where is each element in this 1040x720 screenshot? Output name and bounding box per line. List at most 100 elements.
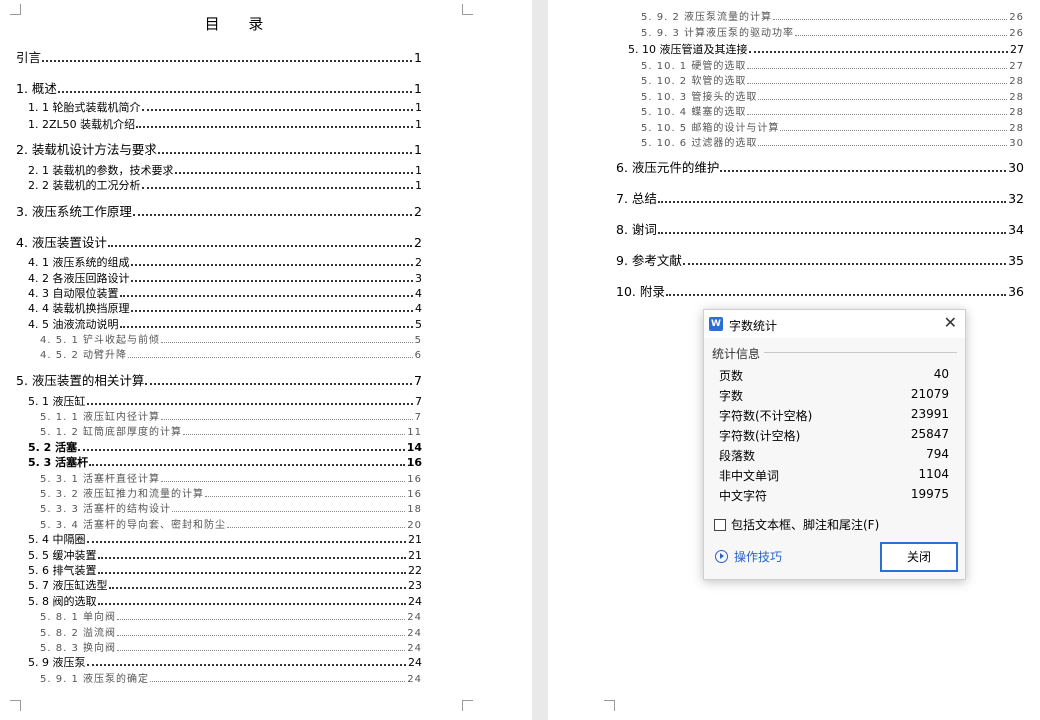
stat-value: 40 [933, 367, 949, 381]
toc-page-number: 7 [414, 412, 422, 423]
right-toc-entry: 5. 10 液压管道及其连接 27 [628, 41, 1024, 57]
include-textbox-footnotes-checkbox[interactable] [714, 518, 726, 531]
toc-leader-dots [145, 383, 413, 385]
toc-page-number: 7 [415, 395, 422, 408]
toc-page-number: 4 [415, 287, 422, 300]
stat-row-chinese-chars: 中文字符 19975 [719, 487, 949, 507]
toc-leader-dots [720, 170, 1007, 172]
toc-leader-dots [108, 587, 406, 589]
toc-leader-dots [758, 145, 1008, 146]
toc-page-number: 26 [1009, 12, 1024, 23]
toc-entry-text: 5. 10. 4 蝶塞的选取 [641, 107, 747, 118]
left-toc-entry: 5. 3. 1 活塞杆直径计算 16 [40, 470, 422, 485]
toc-page-number: 24 [407, 612, 422, 623]
dialog-title-bar: W 字数统计 ✕ [704, 310, 965, 338]
toc-leader-dots [89, 464, 405, 466]
toc-page-number: 3 [415, 272, 422, 285]
left-toc-entry: 5. 7 液压缸选型 23 [28, 577, 422, 593]
stat-row-words: 字数 21079 [719, 387, 949, 407]
left-toc-entry: 5. 2 活塞 14 [28, 439, 422, 455]
toc-leader-dots [772, 19, 1008, 20]
toc-leader-dots [682, 263, 1007, 265]
tips-link[interactable]: 操作技巧 [715, 548, 782, 565]
toc-page-number: 28 [1009, 76, 1024, 87]
toc-page-number: 7 [414, 373, 422, 388]
toc-page-number: 5 [415, 318, 422, 331]
toc-entry-text: 4. 3 自动限位装置 [28, 287, 119, 300]
toc-page-number: 27 [1009, 61, 1024, 72]
stat-row-chars-with-spaces: 字符数(计空格) 25847 [719, 427, 949, 447]
document-page-left: 目 录 引言 1 1. 概述 1 1. 1 轮胎式装载机简介 1 1. 2ZL50 装载机介… [0, 0, 532, 720]
toc-entry-text: 4. 5 油液流动说明 [28, 318, 119, 331]
toc-entry-text: 5. 10 液压管道及其连接 [628, 43, 748, 56]
toc-leader-dots [174, 172, 413, 174]
toc-entry-text: 10. 附录 [616, 284, 665, 299]
toc-entry-text: 5. 10. 1 硬管的选取 [641, 61, 747, 72]
left-toc-entry: 5. 6 排气装置 22 [28, 562, 422, 578]
left-toc-entry: 5. 9. 1 液压泵的确定 24 [40, 670, 422, 685]
toc-page-number: 14 [406, 441, 422, 454]
toc-page-number: 2 [414, 235, 422, 250]
toc-leader-dots [130, 264, 413, 266]
toc-leader-dots [758, 99, 1008, 100]
stat-row-chars-no-spaces: 字符数(不计空格) 23991 [719, 407, 949, 427]
toc-page-number: 32 [1008, 191, 1024, 206]
toc-entry-text: 5. 液压装置的相关计算 [16, 373, 145, 388]
left-toc-entry: 5. 3 活塞杆 16 [28, 454, 422, 470]
section-divider [764, 352, 957, 353]
toc-entry-text: 5. 6 排气装置 [28, 564, 97, 577]
toc-page-number: 2 [415, 256, 422, 269]
toc-entry-text: 5. 8. 1 单向阀 [40, 612, 116, 623]
stat-value: 21079 [910, 387, 949, 401]
stat-label: 页数 [719, 369, 744, 383]
toc-entry-text: 7. 总结 [616, 191, 657, 206]
toc-entry-text: 4. 1 液压系统的组成 [28, 256, 130, 269]
toc-leader-dots [119, 295, 413, 297]
toc-entry-text: 9. 参考文献 [616, 253, 682, 268]
stats-section-label: 统计信息 [712, 347, 761, 361]
toc-entry-text: 4. 液压装置设计 [16, 235, 107, 250]
toc-page-number: 16 [406, 456, 422, 469]
toc-page-number: 35 [1008, 253, 1024, 268]
stat-row-non-chinese-words: 非中文单词 1104 [719, 467, 949, 487]
left-toc-entry: 5. 8. 1 单向阀 24 [40, 608, 422, 623]
toc-entry-text: 5. 5 缓冲装置 [28, 549, 97, 562]
toc-entry-text: 5. 1. 1 液压缸内径计算 [40, 412, 160, 423]
stat-label: 中文字符 [719, 489, 768, 503]
left-toc-entry: 4. 5 油液流动说明 5 [28, 316, 422, 332]
include-textbox-footnotes-option[interactable]: 包括文本框、脚注和尾注(F) [714, 516, 879, 533]
toc-leader-dots [116, 635, 406, 636]
left-toc-entry: 5. 3. 3 活塞杆的结构设计 18 [40, 500, 422, 515]
toc-leader-dots [794, 35, 1008, 36]
toc-page-number: 30 [1008, 160, 1024, 175]
left-toc-entry: 2. 装载机设计方法与要求 1 [16, 139, 422, 158]
left-toc-entry: 5. 1. 1 液压缸内径计算 7 [40, 408, 422, 423]
toc-title: 目 录 [204, 15, 276, 33]
toc-page-number: 1 [415, 179, 422, 192]
toc-leader-dots [86, 664, 406, 666]
stat-label: 字符数(不计空格) [719, 409, 813, 423]
right-toc-entry: 5. 9. 2 液压泵流量的计算 26 [641, 8, 1024, 23]
close-icon[interactable]: ✕ [944, 313, 957, 332]
left-toc-entry: 4. 1 液压系统的组成 2 [28, 254, 422, 270]
tips-link-label: 操作技巧 [734, 550, 783, 564]
toc-entry-text: 5. 9. 1 液压泵的确定 [40, 674, 149, 685]
toc-page-number: 28 [1009, 107, 1024, 118]
right-toc-entry: 6. 液压元件的维护 30 [616, 157, 1024, 176]
right-toc-entry: 10. 附录 36 [616, 281, 1024, 300]
toc-page-number: 1 [414, 142, 422, 157]
close-button[interactable]: 关闭 [880, 542, 958, 572]
toc-leader-dots [780, 130, 1008, 131]
left-toc-entry: 4. 2 各液压回路设计 3 [28, 270, 422, 286]
left-toc-entry: 2. 2 装载机的工况分析 1 [28, 177, 422, 193]
toc-leader-dots [136, 126, 413, 128]
toc-page-number: 21 [408, 549, 422, 562]
toc-page-number: 1 [414, 50, 422, 65]
toc-page-number: 22 [408, 564, 422, 577]
left-toc-entry: 2. 1 装载机的参数，技术要求 1 [28, 162, 422, 178]
toc-entry-text: 1. 2ZL50 装载机介绍 [28, 118, 136, 131]
left-toc-entry: 5. 3. 4 活塞杆的导向套、密封和防尘 20 [40, 516, 422, 531]
toc-leader-dots [665, 294, 1007, 296]
page-corner-mark [462, 700, 473, 711]
word-count-dialog: W 字数统计 ✕ 统计信息 页数 40 字数 21079 字符数(不计空格) 2… [703, 309, 966, 580]
